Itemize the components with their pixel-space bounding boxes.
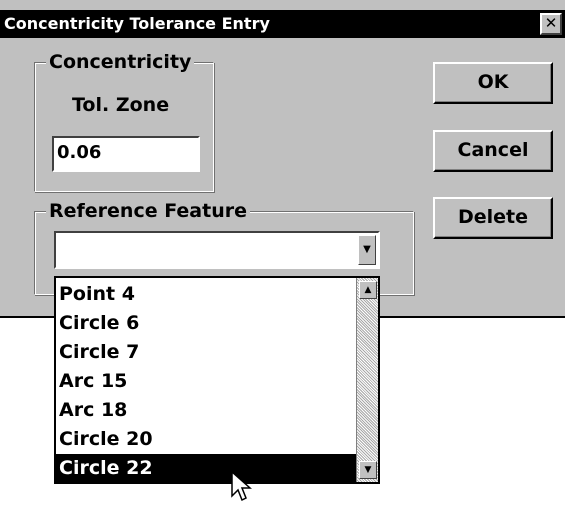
ok-button[interactable]: OK	[433, 62, 553, 104]
scroll-down-button[interactable]: ▼	[359, 461, 377, 479]
reference-feature-group-title: Reference Feature	[46, 200, 250, 222]
scroll-up-button[interactable]: ▲	[359, 281, 377, 299]
list-item[interactable]: Circle 7	[56, 338, 356, 367]
dialog-window: Concentricity Tolerance Entry ✕ Concentr…	[0, 0, 565, 318]
mouse-pointer-icon	[231, 470, 252, 502]
cancel-button[interactable]: Cancel	[433, 130, 553, 172]
chevron-down-icon: ▼	[363, 244, 371, 255]
scroll-down-arrow-icon: ▼	[364, 465, 372, 475]
delete-button[interactable]: Delete	[433, 197, 553, 239]
combo-dropdown-button[interactable]: ▼	[358, 235, 376, 265]
scroll-up-arrow-icon: ▲	[364, 285, 372, 295]
concentricity-group-title: Concentricity	[46, 51, 195, 73]
tol-zone-label: Tol. Zone	[72, 94, 170, 116]
reference-feature-dropdown-list[interactable]: Point 4 Circle 6 Circle 7 Arc 15 Arc 18 …	[54, 276, 380, 484]
concentricity-group	[34, 62, 214, 192]
list-item[interactable]: Arc 15	[56, 367, 356, 396]
list-scrollbar[interactable]: ▲ ▼	[356, 278, 378, 482]
list-item[interactable]: Arc 18	[56, 396, 356, 425]
reference-feature-combobox[interactable]: ▼	[54, 231, 380, 269]
window-title: Concentricity Tolerance Entry	[4, 14, 270, 33]
list-item[interactable]: Circle 20	[56, 425, 356, 454]
close-icon: ✕	[544, 14, 558, 32]
list-item-selected[interactable]: Circle 22	[56, 454, 356, 482]
close-button[interactable]: ✕	[540, 13, 562, 35]
tol-zone-input[interactable]: 0.06	[52, 136, 200, 172]
list-item[interactable]: Point 4	[56, 280, 356, 309]
list-item[interactable]: Circle 6	[56, 309, 356, 338]
title-bar[interactable]: Concentricity Tolerance Entry ✕	[0, 10, 565, 38]
